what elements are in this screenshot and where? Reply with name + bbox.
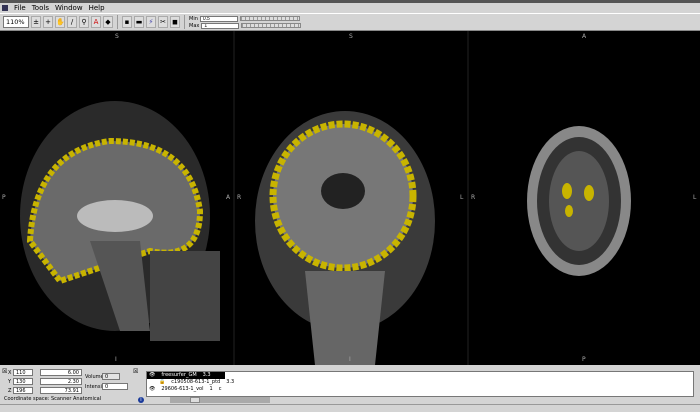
layer-list[interactable]: 👁 freesurfer_GM 3.3 🔒 c190508-613-1_ptd 3.3 … — [146, 371, 694, 397]
layer-extra: c — [218, 386, 222, 392]
label-bottom: I — [349, 356, 351, 363]
layer-name: 29606-613-1_vol — [161, 386, 204, 392]
menu-help[interactable]: Help — [89, 4, 105, 12]
y-value[interactable]: 2.30 — [40, 378, 82, 385]
label-top: S — [115, 33, 119, 40]
view-sagittal-icon[interactable]: ✂ — [158, 16, 168, 28]
label-left: R — [237, 194, 242, 201]
max-label: Max — [189, 22, 200, 29]
layer-value: 3.3 — [226, 379, 235, 385]
navigate-tool-icon[interactable]: + — [43, 16, 53, 28]
view-3d-icon[interactable]: ◼ — [170, 16, 180, 28]
max-slider[interactable] — [241, 23, 302, 28]
zoom-spin-button[interactable]: ± — [31, 16, 41, 28]
lock-icon[interactable]: 🔒 — [159, 379, 165, 386]
label-bottom: I — [115, 356, 117, 363]
label-left: P — [2, 194, 6, 201]
scroll-thumb[interactable] — [190, 397, 200, 403]
contour-tool-icon[interactable]: A — [91, 16, 101, 28]
sagittal-brain-image — [20, 101, 220, 341]
label-top: A — [582, 33, 587, 40]
label-right: L — [693, 194, 697, 201]
layout-3-icon[interactable]: ⚡ — [146, 16, 156, 28]
z-input[interactable]: 196 — [13, 387, 33, 394]
sagittal-view[interactable]: S I P A — [0, 31, 233, 365]
pencil-tool-icon[interactable]: / — [67, 16, 77, 28]
min-label: Min — [189, 15, 198, 22]
x-value[interactable]: 6.00 — [40, 369, 82, 376]
label-right: A — [226, 194, 231, 201]
menu-tools[interactable]: Tools — [32, 4, 49, 12]
coordinate-space-label: Coordinate space: Scanner Anatomical — [4, 396, 102, 402]
min-input[interactable] — [199, 15, 238, 22]
x-label: X — [8, 370, 12, 376]
z-value[interactable]: 73.91 — [40, 387, 82, 394]
y-label: Y — [8, 379, 12, 385]
label-top: S — [349, 33, 353, 40]
volume-label: Volume — [85, 374, 104, 380]
divider — [184, 15, 185, 29]
layer-value: 3.3 — [202, 372, 211, 378]
coronal-view[interactable]: S I R L — [235, 31, 467, 365]
menu-bar: File Tools Window Help — [0, 3, 700, 13]
y-input[interactable]: 130 — [13, 378, 33, 385]
layer-scrollbar[interactable] — [170, 397, 270, 403]
info-icon[interactable]: i — [138, 397, 144, 403]
magnify-tool-icon[interactable]: ⚲ — [79, 16, 89, 28]
max-input[interactable] — [201, 22, 240, 29]
app-icon — [2, 5, 8, 11]
volume-input[interactable]: 0 — [102, 373, 120, 380]
axial-brain-image — [527, 126, 631, 276]
hand-tool-icon[interactable]: ✋ — [55, 16, 65, 28]
view-area: S I P A S I R L A P R L — [0, 31, 700, 365]
divider — [117, 15, 118, 29]
eye-icon[interactable]: 👁 — [149, 372, 155, 379]
layout-1-icon[interactable]: ▪ — [122, 16, 132, 28]
layer-row[interactable]: 👁 freesurfer_GM 3.3 — [147, 372, 225, 379]
x-input[interactable]: 110 — [13, 369, 33, 376]
layer-row[interactable]: 🔒 c190508-613-1_ptd 3.3 — [147, 379, 693, 386]
layer-name: c190508-613-1_ptd — [171, 379, 221, 385]
menu-window[interactable]: Window — [55, 4, 83, 12]
layer-value: 1 — [209, 386, 213, 392]
layer-name: freesurfer_GM — [161, 372, 197, 378]
label-bottom: P — [582, 356, 586, 363]
z-label: Z — [8, 388, 12, 394]
window-level: Min Max — [189, 15, 302, 29]
layout-2-icon[interactable]: ▬ — [134, 16, 144, 28]
status-bar — [0, 404, 700, 412]
label-left: R — [471, 194, 476, 201]
intensity-input[interactable]: 0 — [102, 383, 128, 390]
label-right: L — [460, 194, 464, 201]
close-panel-icon[interactable]: ☒ — [2, 368, 7, 375]
min-slider[interactable] — [239, 16, 300, 21]
toolbar: 110% ± + ✋ / ⚲ A ◆ ▪ ▬ ⚡ ✂ ◼ Min Max — [0, 13, 700, 31]
axial-view[interactable]: A P R L — [469, 31, 700, 365]
close-layers-icon[interactable]: ☒ — [133, 368, 138, 375]
eye-icon[interactable]: 👁 — [149, 386, 155, 393]
menu-file[interactable]: File — [14, 4, 26, 12]
zoom-combo[interactable]: 110% — [3, 16, 29, 28]
coronal-brain-image — [255, 111, 435, 365]
layer-row[interactable]: 👁 29606-613-1_vol 1 c — [147, 386, 693, 393]
target-tool-icon[interactable]: ◆ — [103, 16, 113, 28]
